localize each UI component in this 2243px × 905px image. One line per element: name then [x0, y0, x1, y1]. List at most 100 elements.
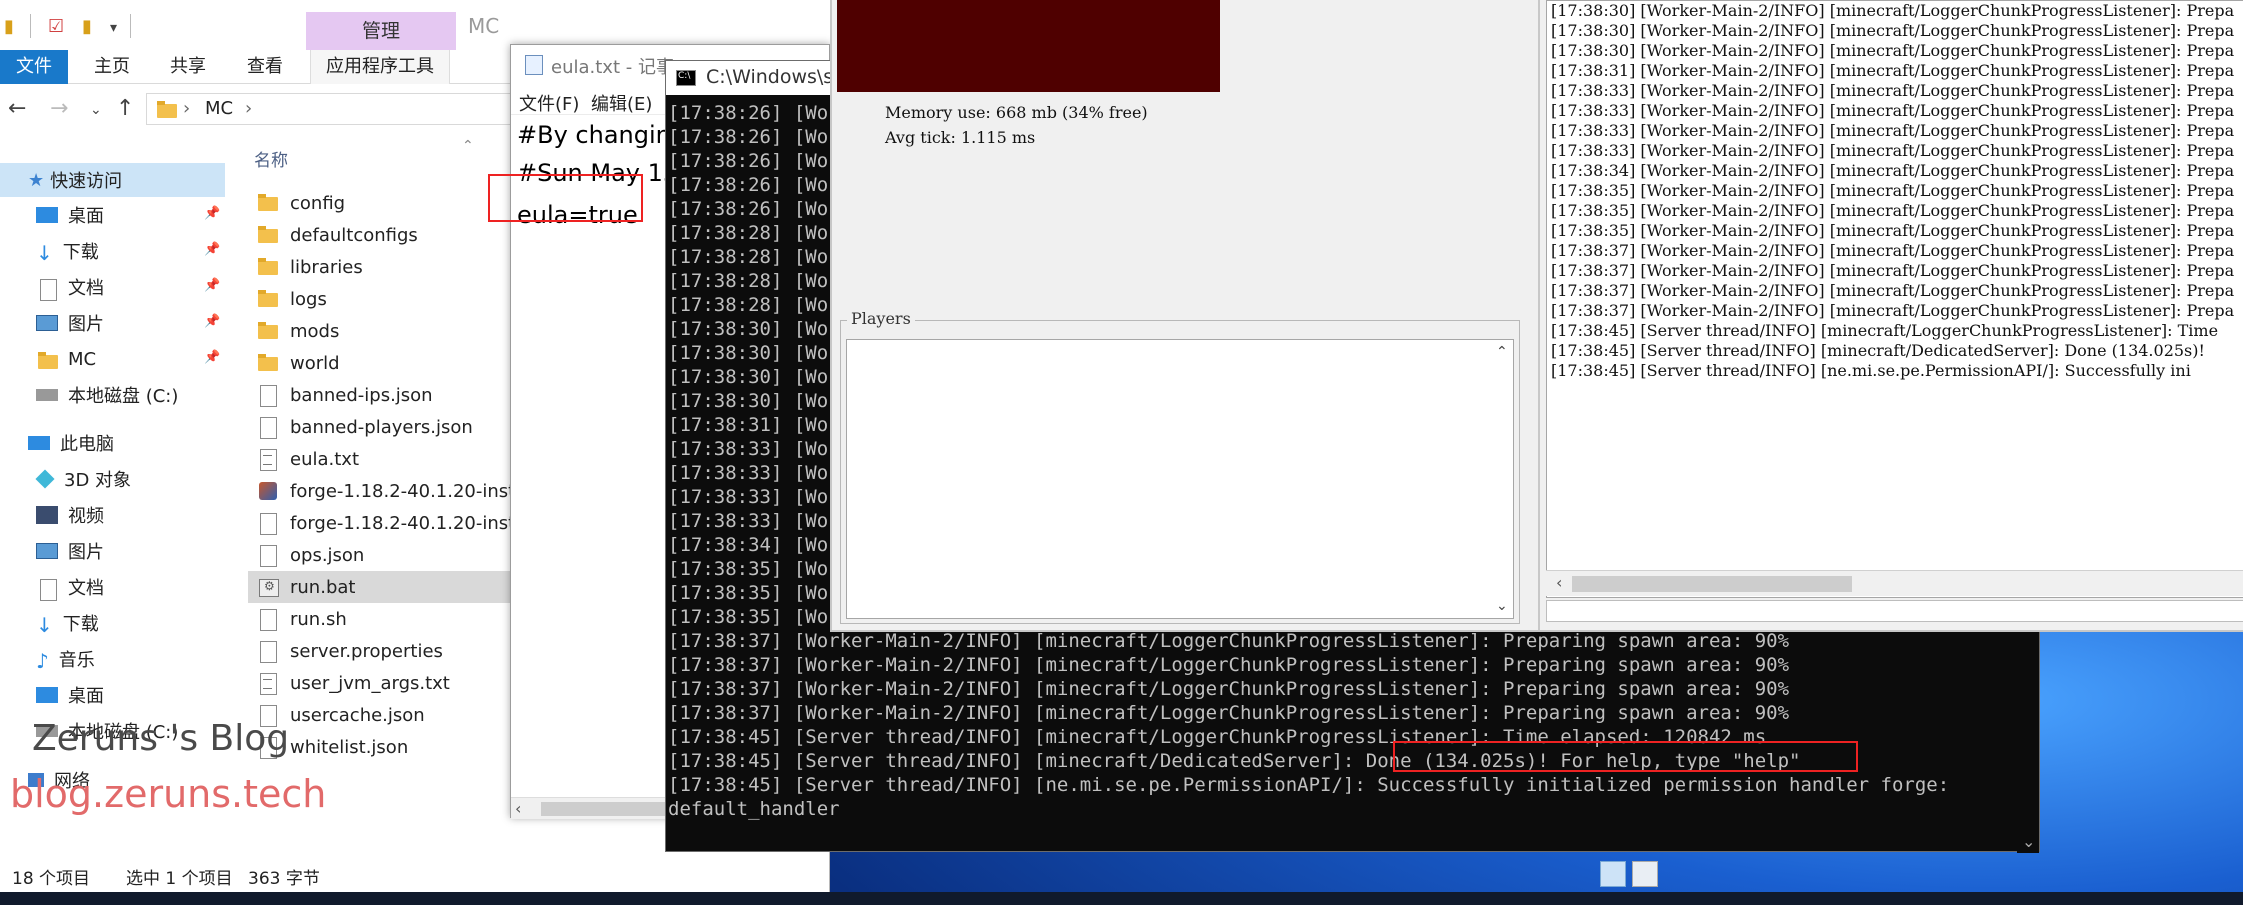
pin-icon[interactable]: 📌: [204, 278, 220, 293]
log-line: [17:38:45] [Server thread/INFO] [minecra…: [1551, 321, 2219, 340]
nav-item-downloads-pc[interactable]: ↓ 下载: [36, 606, 99, 640]
log-line: [17:38:33] [Worker-Main-2/INFO] [minecra…: [1551, 141, 2235, 160]
scroll-down-icon[interactable]: ⌄: [2022, 832, 2035, 851]
folder-icon: [256, 319, 280, 343]
command-input[interactable]: [1546, 600, 2243, 622]
watermark-url: blog.zeruns.tech: [10, 772, 327, 816]
console-line: [17:38:28] [Wo: [668, 294, 829, 316]
log-line: [17:38:30] [Worker-Main-2/INFO] [minecra…: [1551, 1, 2235, 20]
pin-icon[interactable]: 📌: [204, 314, 220, 329]
log-line: [17:38:37] [Worker-Main-2/INFO] [minecra…: [1551, 241, 2235, 260]
back-icon[interactable]: ←: [8, 96, 26, 121]
column-header-name[interactable]: 名称: [254, 146, 288, 171]
console-line: [17:38:35] [Wo: [668, 606, 829, 628]
menu-file[interactable]: 文件(F): [519, 90, 579, 116]
folder-icon: [256, 223, 280, 247]
download-icon: ↓: [36, 613, 53, 637]
file-icon: [256, 607, 280, 631]
server-log[interactable]: [17:38:30] [Worker-Main-2/INFO] [minecra…: [1546, 0, 2243, 598]
scrollbar-thumb[interactable]: [1572, 576, 1852, 592]
quick-access-toolbar: ▮ ☑ ▮ ▾ 管理 MC: [0, 0, 830, 50]
log-line: [17:38:35] [Worker-Main-2/INFO] [minecra…: [1551, 221, 2235, 240]
nav-item-pictures[interactable]: 图片: [36, 306, 104, 340]
console-line: [17:38:35] [Wo: [668, 558, 829, 580]
file-icon: [256, 639, 280, 663]
console-line: [17:38:34] [Wo: [668, 534, 829, 556]
console-line: [17:38:45] [Server thread/INFO] [ne.mi.s…: [668, 774, 1950, 796]
nav-item-local-disk[interactable]: 本地磁盘 (C:): [36, 378, 178, 412]
scroll-up-icon[interactable]: ⌃: [1496, 344, 1508, 360]
scroll-left-icon[interactable]: ‹: [1556, 573, 1562, 592]
nav-item-videos[interactable]: 视频: [36, 498, 104, 532]
pin-icon[interactable]: 📌: [204, 242, 220, 257]
console-line: [17:38:28] [Wo: [668, 222, 829, 244]
notepad-icon: [525, 55, 543, 75]
recent-locations-icon[interactable]: ⌄: [90, 102, 102, 118]
up-icon[interactable]: ↑: [116, 96, 134, 121]
nav-item-pictures-pc[interactable]: 图片: [36, 534, 104, 568]
folder-icon: [256, 287, 280, 311]
log-line: [17:38:30] [Worker-Main-2/INFO] [minecra…: [1551, 21, 2235, 40]
document-icon: [36, 577, 58, 601]
picture-icon: [36, 315, 58, 331]
console-line: [17:38:33] [Wo: [668, 486, 829, 508]
console-line: [17:38:30] [Wo: [668, 342, 829, 364]
nav-item-this-pc[interactable]: 此电脑: [28, 426, 114, 460]
nav-item-music[interactable]: ♪ 音乐: [36, 642, 95, 676]
pin-icon[interactable]: 📌: [204, 206, 220, 221]
new-folder-icon[interactable]: ▮: [82, 16, 92, 37]
tab-home[interactable]: 主页: [82, 50, 142, 84]
nav-item-documents-pc[interactable]: 文档: [36, 570, 104, 604]
window-title: MC: [468, 14, 500, 38]
nav-item-desktop-pc[interactable]: 桌面: [36, 678, 104, 712]
customize-toolbar-icon[interactable]: ▾: [110, 20, 117, 36]
nav-item-desktop[interactable]: 桌面: [36, 198, 104, 232]
console-line: [17:38:26] [Wo: [668, 126, 829, 148]
log-line: [17:38:45] [Server thread/INFO] [ne.mi.s…: [1551, 361, 2191, 380]
console-line: [17:38:30] [Wo: [668, 366, 829, 388]
nav-item-quick-access[interactable]: ★ 快速访问: [0, 163, 225, 197]
scroll-left-icon[interactable]: ‹: [515, 799, 521, 818]
properties-icon[interactable]: ☑: [48, 16, 64, 37]
text-line: #By changing: [517, 121, 687, 149]
breadcrumb-mc[interactable]: MC: [205, 98, 233, 119]
text-file-icon: [256, 671, 280, 695]
scroll-down-icon[interactable]: ⌄: [1496, 598, 1508, 614]
console-line: [17:38:28] [Wo: [668, 246, 829, 268]
nav-item-downloads[interactable]: ↓ 下载: [36, 234, 99, 268]
forward-icon[interactable]: →: [50, 96, 68, 121]
view-toggle: [1600, 858, 1670, 890]
folder-icon: ▮: [4, 16, 14, 37]
tab-app-tools[interactable]: 应用程序工具: [310, 50, 450, 84]
tab-file[interactable]: 文件: [0, 50, 68, 84]
tab-share[interactable]: 共享: [158, 50, 218, 84]
log-line: [17:38:37] [Worker-Main-2/INFO] [minecra…: [1551, 281, 2235, 300]
selection-size: 363 字节: [248, 869, 320, 889]
log-line: [17:38:31] [Worker-Main-2/INFO] [minecra…: [1551, 61, 2235, 80]
nav-item-3d-objects[interactable]: 3D 对象: [35, 462, 131, 496]
manage-tab[interactable]: 管理: [306, 12, 456, 50]
large-icons-view-icon[interactable]: [1632, 861, 1658, 887]
log-line: [17:38:33] [Worker-Main-2/INFO] [minecra…: [1551, 101, 2235, 120]
menu-edit[interactable]: 编辑(E): [591, 90, 652, 116]
nav-item-documents[interactable]: 文档: [36, 270, 104, 304]
tab-view[interactable]: 查看: [235, 50, 295, 84]
log-line: [17:38:33] [Worker-Main-2/INFO] [minecra…: [1551, 121, 2235, 140]
notepad-title: eula.txt - 记事: [551, 57, 674, 78]
log-horizontal-scrollbar[interactable]: ‹: [1546, 570, 2243, 596]
drive-icon: [36, 389, 58, 401]
download-icon: ↓: [36, 241, 53, 265]
pin-icon[interactable]: 📌: [204, 350, 220, 365]
console-line: [17:38:37] [Worker-Main-2/INFO] [minecra…: [668, 630, 1790, 652]
players-scrollbar[interactable]: ⌃ ⌄: [1491, 340, 1513, 618]
memory-graph: [837, 0, 1220, 92]
details-view-icon[interactable]: [1600, 861, 1626, 887]
console-line: [17:38:33] [Wo: [668, 462, 829, 484]
console-line: [17:38:37] [Worker-Main-2/INFO] [minecra…: [668, 678, 1790, 700]
breadcrumb-chevron-icon[interactable]: ›: [245, 98, 252, 119]
log-line: [17:38:35] [Worker-Main-2/INFO] [minecra…: [1551, 201, 2235, 220]
nav-item-mc[interactable]: MC: [36, 342, 96, 376]
sort-ascending-icon[interactable]: ⌃: [462, 138, 474, 154]
players-list[interactable]: ⌃ ⌄: [846, 339, 1514, 619]
picture-icon: [36, 543, 58, 559]
